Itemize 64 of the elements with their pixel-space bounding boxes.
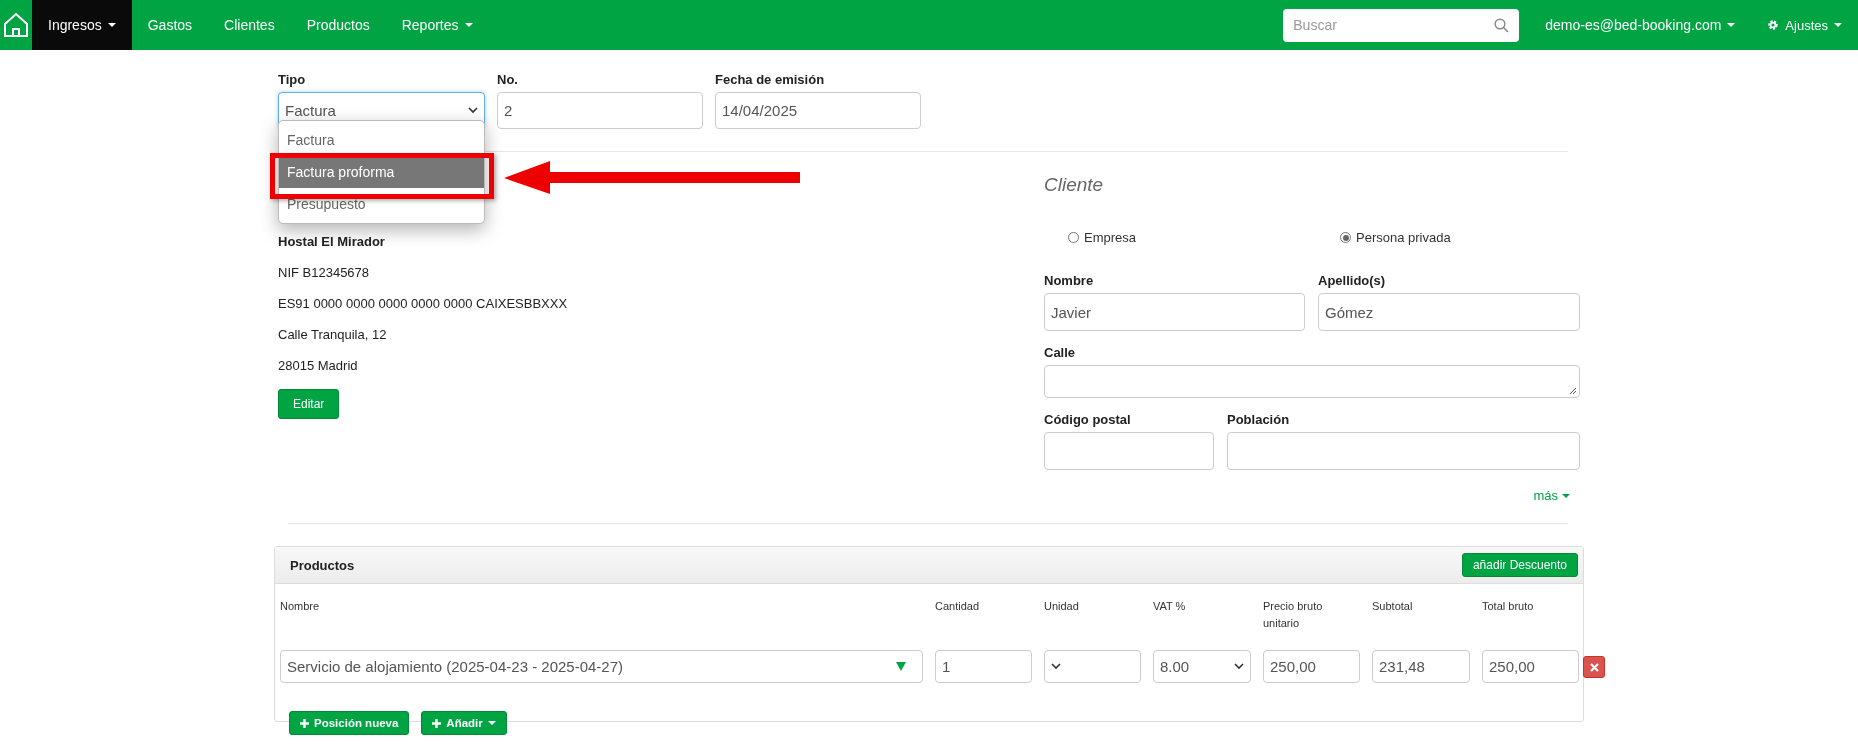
add-button[interactable]: Posición nueva [289,711,410,735]
column-header: Nombre [280,599,321,614]
column-header: Unidad [1044,599,1080,614]
more-link[interactable]: más [1533,488,1570,503]
company-name: Hostal El Mirador [278,234,386,250]
input-field[interactable]: 1 [935,650,1032,683]
field-label: Apellido(s) [1318,273,1387,288]
nav-item[interactable]: Ingresos [32,0,132,50]
field-label: Nombre [1044,273,1095,288]
input-field[interactable]: 250,00 [1263,650,1360,683]
nav-item[interactable]: Clientes [208,0,291,50]
chevron-icon [468,107,478,114]
dropdown-option[interactable]: Factura proforma [279,156,484,188]
address-line: 28015 Madrid [278,358,359,374]
nav-item[interactable]: Productos [290,0,386,50]
plus-icon [432,718,442,728]
input-field[interactable] [1044,432,1214,470]
product-select[interactable]: Servicio de alojamiento (2025-04-23 - 2025-04-27) [280,650,923,683]
input-field[interactable]: 250,00 [1482,650,1579,683]
nav-item[interactable]: Reportes [385,0,489,50]
select-field[interactable] [1044,650,1141,683]
delete-button[interactable] [1583,656,1605,678]
section-title: Cliente [1044,174,1105,196]
dropdown-option[interactable]: Factura [279,124,484,156]
field-label: Calle [1044,345,1077,360]
column-header: VAT % [1153,599,1187,614]
search-icon [1494,17,1510,33]
chevron-icon [1234,663,1244,670]
input-field[interactable]: Javier [1044,293,1305,331]
plus-icon [300,718,309,728]
close-icon [1589,662,1599,672]
input-field[interactable] [1227,432,1580,470]
discount-button[interactable]: añadir Descuento [1461,553,1578,577]
column-header: Total bruto [1482,599,1535,614]
column-header: Precio bruto unitario [1263,599,1324,631]
radio-option[interactable]: Empresa [1068,230,1340,245]
settings-menu[interactable]: Ajustes [1751,0,1858,50]
field-label: No. [497,72,519,87]
input-field[interactable]: Gómez [1318,293,1580,331]
chevron-icon [1051,663,1061,670]
add-button[interactable]: Añadir [421,711,507,735]
settings-icon [1767,19,1780,31]
address-line: NIF B12345678 [278,265,371,281]
panel-title: Productos [290,557,355,573]
input-field[interactable]: 14/04/2025 [715,92,921,129]
user-menu[interactable]: demo-es@bed-booking.com [1529,0,1752,50]
edit-button[interactable]: Editar [278,389,340,419]
column-header: Subtotal [1372,599,1414,614]
radio-icon[interactable] [1068,232,1079,243]
field-label: Tipo [278,72,307,87]
input-field[interactable]: 2 [497,92,703,129]
input-field[interactable]: 231,48 [1372,650,1470,683]
resize-handle-icon [1569,387,1577,395]
triangle-icon [896,662,906,671]
field-label: Fecha de emisión [715,72,826,87]
column-header: Cantidad [935,599,981,614]
address-line: Calle Tranquila, 12 [278,327,388,343]
address-line: ES91 0000 0000 0000 0000 0000 CAIXESBBXXX [278,296,568,312]
select-field[interactable]: 8.00 [1153,650,1251,683]
nav-item[interactable]: Gastos [131,0,209,50]
radio-option[interactable]: Persona privada [1340,230,1580,245]
field-label: Código postal [1044,412,1132,427]
radio-icon[interactable] [1340,232,1351,243]
field-label: Población [1227,412,1291,427]
